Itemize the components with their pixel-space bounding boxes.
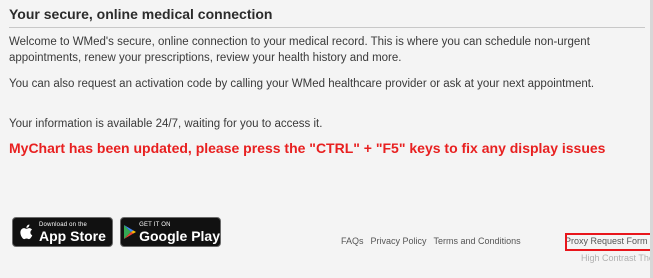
activation-paragraph: You can also request an activation code … [9, 78, 595, 90]
google-play-caption: GET IT ON [139, 221, 171, 228]
privacy-policy-link[interactable]: Privacy Policy [371, 236, 427, 246]
apple-icon [13, 224, 39, 240]
high-contrast-link[interactable]: High Contrast Theme [581, 253, 653, 263]
app-store-caption: Download on the [39, 221, 88, 228]
google-play-badge[interactable]: GET IT ON Google Play [120, 217, 221, 247]
faqs-link[interactable]: FAQs [341, 236, 364, 246]
app-store-label: App Store [39, 227, 106, 244]
availability-paragraph: Your information is available 24/7, wait… [9, 118, 323, 130]
title-divider [9, 27, 645, 28]
section-title: Your secure, online medical connection [9, 6, 273, 22]
update-alert: MyChart has been updated, please press t… [9, 140, 606, 156]
play-icon [121, 224, 139, 240]
app-store-badge[interactable]: Download on the App Store [12, 217, 113, 247]
terms-link[interactable]: Terms and Conditions [434, 236, 521, 246]
proxy-highlight-box [565, 233, 653, 251]
google-play-label: Google Play [139, 227, 220, 244]
footer-links: FAQs Privacy Policy Terms and Conditions [341, 236, 528, 246]
welcome-paragraph: Welcome to WMed's secure, online connect… [9, 36, 590, 64]
login-info-panel: Your secure, online medical connection W… [0, 0, 653, 278]
